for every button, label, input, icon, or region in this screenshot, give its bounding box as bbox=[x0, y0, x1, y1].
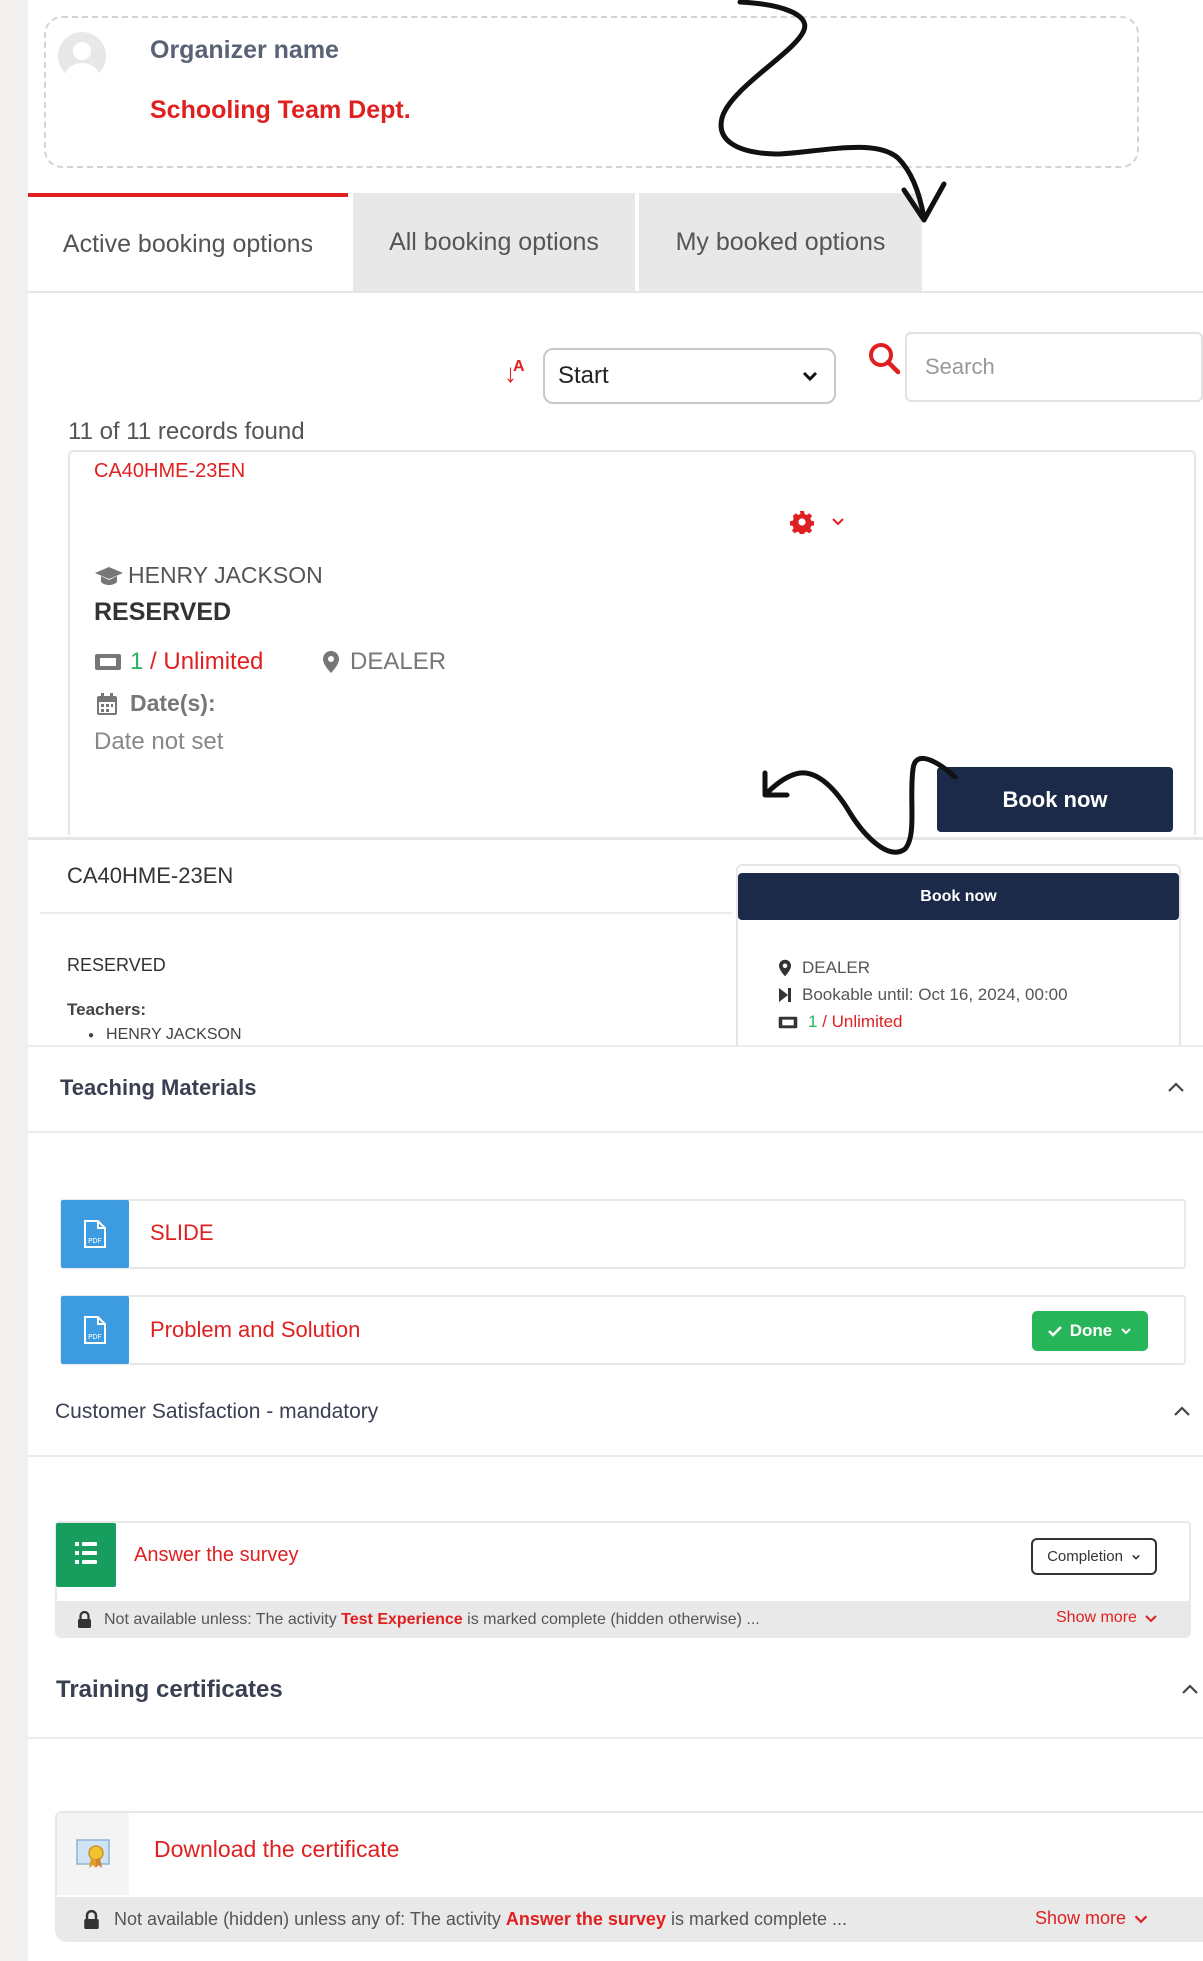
restriction-text-prefix: Not available (hidden) unless any of: Th… bbox=[114, 1909, 506, 1929]
restriction-text-prefix: Not available unless: The activity bbox=[104, 1610, 342, 1628]
sort-select[interactable]: Start bbox=[543, 348, 836, 404]
restriction-activity-link[interactable]: Test Experience bbox=[341, 1611, 463, 1629]
places-booked: 1 bbox=[130, 648, 144, 675]
organizer-name: Schooling Team Dept. bbox=[150, 96, 411, 124]
sort-order-icon[interactable]: ↓A bbox=[504, 358, 524, 389]
gear-icon[interactable] bbox=[790, 510, 814, 534]
restriction-activity-link[interactable]: Answer the survey bbox=[506, 1909, 666, 1930]
sort-select-value: Start bbox=[558, 362, 609, 389]
pdf-icon: PDF bbox=[61, 1200, 129, 1268]
records-count: 11 of 11 records found bbox=[68, 418, 305, 445]
tab-active-booking-options[interactable]: Active booking options bbox=[28, 193, 348, 291]
detail-status: RESERVED bbox=[67, 955, 166, 975]
svg-text:PDF: PDF bbox=[88, 1333, 102, 1341]
detail-title: CA40HME-23EN bbox=[67, 863, 234, 888]
completion-done-button[interactable]: Done bbox=[1032, 1311, 1148, 1351]
info-places-total: / Unlimited bbox=[817, 1012, 903, 1031]
done-label: Done bbox=[1069, 1321, 1113, 1340]
show-more-label: Show more bbox=[1056, 1609, 1137, 1626]
info-location-text: DEALER bbox=[802, 958, 871, 977]
chevron-down-icon bbox=[1132, 1554, 1140, 1560]
restriction-text-suffix: is marked complete ... bbox=[665, 1909, 848, 1929]
chevron-down-icon bbox=[1134, 1915, 1148, 1924]
places-separator: / bbox=[143, 648, 164, 675]
show-more-label: Show more bbox=[1035, 1908, 1127, 1928]
avatar bbox=[58, 32, 106, 80]
restriction-bar-certificate: Not available (hidden) unless any of: Th… bbox=[55, 1897, 1203, 1942]
teachers-label: Teachers: bbox=[67, 1000, 147, 1019]
activity-link-answer-the-survey[interactable]: Answer the survey bbox=[134, 1544, 299, 1567]
activity-link-problem-and-solution[interactable]: Problem and Solution bbox=[150, 1317, 360, 1343]
book-now-button[interactable]: Book now bbox=[738, 873, 1179, 920]
chevron-up-icon[interactable] bbox=[1172, 1404, 1192, 1418]
location-row: DEALER bbox=[322, 648, 446, 676]
section-title-teaching-materials[interactable]: Teaching Materials bbox=[60, 1075, 256, 1101]
booking-option-id[interactable]: CA40HME-23EN bbox=[94, 460, 245, 483]
chevron-down-icon[interactable] bbox=[830, 514, 846, 530]
svg-text:PDF: PDF bbox=[88, 1237, 102, 1245]
annotation-arrow bbox=[762, 756, 958, 855]
lock-icon bbox=[84, 1910, 99, 1929]
search-input[interactable]: Search bbox=[905, 332, 1203, 402]
activity-row-slide bbox=[60, 1199, 1186, 1269]
tab-all-booking-options[interactable]: All booking options bbox=[353, 193, 635, 291]
search-placeholder: Search bbox=[925, 354, 995, 379]
info-bookable-until: Bookable until: Oct 16, 2024, 00:00 bbox=[778, 985, 1068, 1005]
activity-link-slide[interactable]: SLIDE bbox=[150, 1220, 214, 1246]
graduation-cap-icon bbox=[95, 566, 123, 585]
dates-label: Date(s): bbox=[130, 690, 216, 716]
lock-icon bbox=[78, 1611, 91, 1628]
pdf-icon: PDF bbox=[61, 1296, 129, 1364]
section-title-customer-satisfaction[interactable]: Customer Satisfaction - mandatory bbox=[55, 1400, 378, 1424]
chevron-down-icon bbox=[1145, 1615, 1157, 1623]
restriction-text-suffix: is marked complete (hidden otherwise) ..… bbox=[462, 1610, 760, 1628]
organizer-label: Organizer name bbox=[150, 36, 339, 64]
info-location: DEALER bbox=[778, 958, 870, 978]
map-marker-icon bbox=[779, 959, 791, 977]
divider bbox=[40, 912, 732, 914]
chevron-up-icon[interactable] bbox=[1166, 1080, 1186, 1094]
completion-dropdown[interactable]: Completion bbox=[1031, 1538, 1157, 1575]
step-forward-icon bbox=[779, 988, 791, 1002]
booking-status: RESERVED bbox=[94, 598, 232, 626]
section-title-training-certificates[interactable]: Training certificates bbox=[56, 1676, 283, 1704]
dates-value: Date not set bbox=[94, 728, 224, 755]
places-total: Unlimited bbox=[163, 648, 264, 675]
chevron-down-icon bbox=[802, 371, 818, 382]
chevron-down-icon bbox=[1121, 1328, 1131, 1335]
show-more-link[interactable]: Show more bbox=[1056, 1609, 1157, 1627]
ticket-icon bbox=[778, 1016, 798, 1028]
show-more-link[interactable]: Show more bbox=[1035, 1908, 1148, 1929]
restriction-bar-survey: Not available unless: The activity Test … bbox=[55, 1601, 1191, 1638]
dates-row: Date(s): bbox=[96, 690, 216, 717]
check-icon bbox=[1047, 1326, 1062, 1337]
teacher-name[interactable]: HENRY JACKSON bbox=[106, 1026, 241, 1044]
completion-label: Completion bbox=[1047, 1548, 1123, 1565]
map-marker-icon bbox=[323, 651, 339, 673]
tabs-bar: Active booking options All booking optio… bbox=[28, 193, 1203, 293]
teacher-name[interactable]: HENRY JACKSON bbox=[128, 562, 323, 589]
divider bbox=[28, 1455, 1203, 1457]
certificate-icon bbox=[57, 1813, 129, 1895]
chevron-up-icon[interactable] bbox=[1180, 1682, 1200, 1696]
info-places: 1 / Unlimited bbox=[778, 1012, 903, 1032]
survey-icon bbox=[56, 1523, 116, 1587]
divider bbox=[28, 1131, 1203, 1133]
location-name: DEALER bbox=[350, 648, 447, 675]
calendar-icon bbox=[97, 692, 117, 715]
ticket-icon bbox=[95, 654, 121, 670]
annotation-arrow bbox=[718, 0, 947, 223]
search-icon[interactable] bbox=[866, 340, 902, 376]
info-bookable-until-text: Bookable until: Oct 16, 2024, 00:00 bbox=[802, 985, 1068, 1004]
divider bbox=[28, 1737, 1203, 1739]
activity-link-download-certificate[interactable]: Download the certificate bbox=[154, 1836, 399, 1863]
teacher-row: HENRY JACKSON bbox=[94, 562, 323, 589]
teacher-list-item: ● HENRY JACKSON bbox=[88, 1026, 242, 1044]
places-row: 1 / Unlimited bbox=[94, 648, 263, 676]
